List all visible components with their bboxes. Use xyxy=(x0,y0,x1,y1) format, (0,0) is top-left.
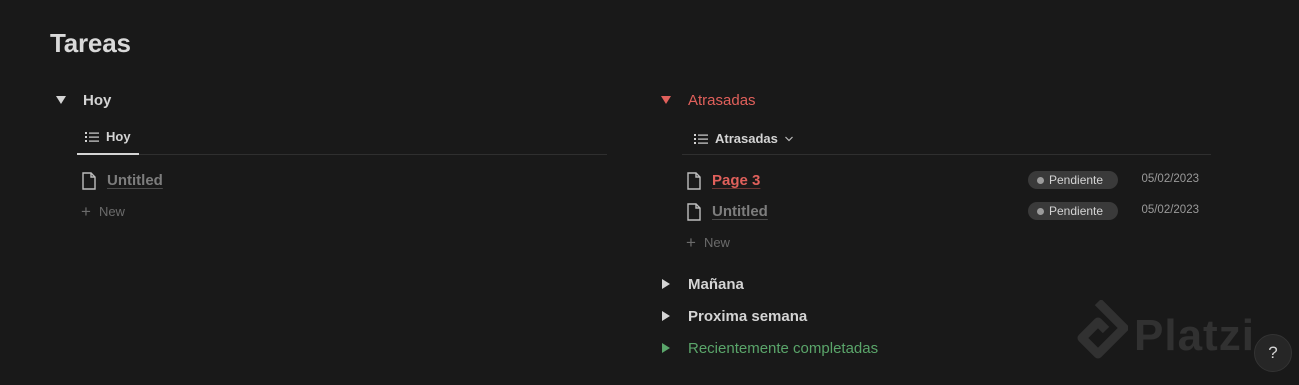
table-row[interactable]: Untitled Pendiente 05/02/2023 xyxy=(686,196,1211,227)
status-badge[interactable]: Pendiente xyxy=(1028,171,1118,189)
page-icon xyxy=(81,171,97,190)
watermark-text: Platzi xyxy=(1134,310,1255,360)
list-icon xyxy=(694,133,708,145)
view-bar: Atrasadas xyxy=(682,120,1211,155)
view-label: Atrasadas xyxy=(715,131,778,146)
triangle-right-icon xyxy=(660,310,672,322)
toggle-atrasadas[interactable]: Atrasadas xyxy=(660,88,1211,112)
status-label: Pendiente xyxy=(1049,204,1104,218)
toggle-hoy[interactable]: Hoy xyxy=(55,88,607,112)
platzi-logo-icon xyxy=(1068,298,1129,371)
new-button[interactable]: + New xyxy=(81,196,607,227)
date-value: 05/02/2023 xyxy=(1141,204,1199,216)
date-value: 05/02/2023 xyxy=(1141,173,1199,185)
table-row[interactable]: Page 3 Pendiente 05/02/2023 xyxy=(686,165,1211,196)
status-label: Pendiente xyxy=(1049,173,1104,187)
page-title: Tareas xyxy=(50,28,131,58)
triangle-down-icon xyxy=(660,94,672,106)
toggle-manana[interactable]: Mañana xyxy=(660,268,1211,300)
page-icon xyxy=(686,171,702,190)
tab-atrasadas-view[interactable]: Atrasadas xyxy=(686,122,802,155)
row-title[interactable]: Untitled xyxy=(107,172,163,189)
triangle-right-icon xyxy=(660,278,672,290)
new-button[interactable]: + New xyxy=(686,227,1211,258)
toggle-label: Mañana xyxy=(688,275,744,293)
help-button[interactable]: ? xyxy=(1254,334,1292,372)
status-dot-icon xyxy=(1037,207,1044,215)
triangle-right-icon xyxy=(660,342,672,354)
row-title[interactable]: Page 3 xyxy=(712,172,760,189)
toggle-label: Atrasadas xyxy=(688,91,756,109)
chevron-down-icon[interactable] xyxy=(784,134,794,144)
page-icon xyxy=(686,202,702,221)
toggle-label: Recientemente completadas xyxy=(688,339,879,357)
view-label: Hoy xyxy=(106,129,131,144)
plus-icon: + xyxy=(81,202,91,221)
today-section: Hoy Hoy Untitled + New xyxy=(55,88,607,227)
toggle-label: Proxima semana xyxy=(688,307,808,325)
status-dot-icon xyxy=(1037,176,1044,184)
plus-icon: + xyxy=(686,233,696,252)
list-item[interactable]: Untitled xyxy=(81,165,607,196)
row-title[interactable]: Untitled xyxy=(712,203,768,220)
toggle-label: Hoy xyxy=(83,91,112,109)
list-icon xyxy=(85,131,99,143)
new-label: New xyxy=(703,235,730,250)
new-label: New xyxy=(98,204,125,219)
view-bar: Hoy xyxy=(77,120,607,155)
help-label: ? xyxy=(1268,343,1278,362)
triangle-down-icon xyxy=(55,94,67,106)
platzi-watermark: Platzi xyxy=(1068,298,1255,371)
tab-hoy-view[interactable]: Hoy xyxy=(77,120,139,155)
status-badge[interactable]: Pendiente xyxy=(1028,202,1118,220)
